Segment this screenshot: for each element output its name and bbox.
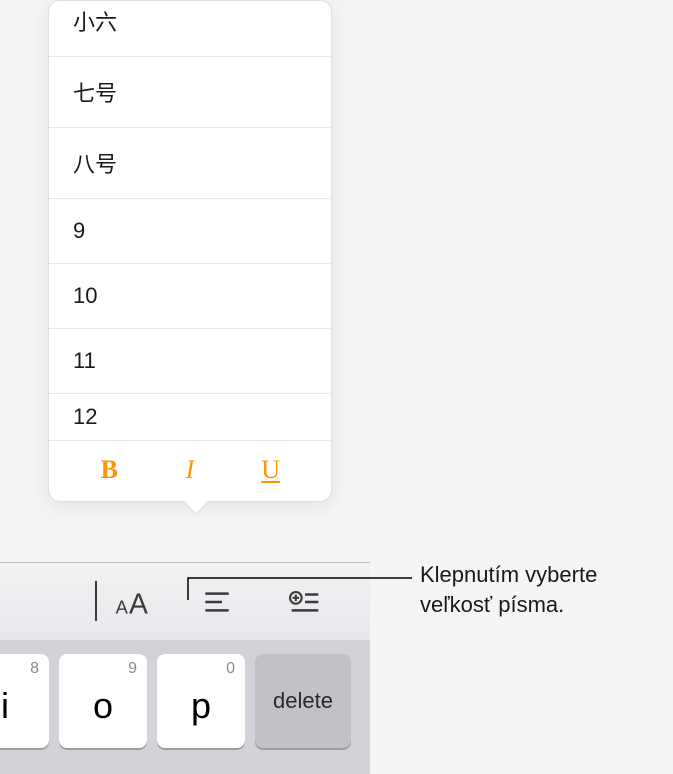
key-o[interactable]: 9 o	[59, 654, 147, 748]
key-p[interactable]: 0 p	[157, 654, 245, 748]
italic-button[interactable]: I	[170, 455, 210, 485]
font-size-option[interactable]: 12	[49, 394, 331, 440]
key-delete[interactable]: delete	[255, 654, 351, 748]
key-hint: 9	[128, 660, 137, 678]
font-size-option[interactable]: 11	[49, 329, 331, 394]
key-hint: 8	[30, 660, 39, 678]
callout-text: Klepnutím vyberte veľkosť písma.	[420, 560, 597, 619]
font-size-option[interactable]: 八号	[49, 128, 331, 199]
text-style-row: B I U	[49, 440, 331, 501]
callout-line1: Klepnutím vyberte	[420, 560, 597, 590]
text-cursor	[95, 581, 97, 621]
svg-text:A: A	[116, 596, 129, 617]
font-size-option[interactable]: 小六	[49, 1, 331, 57]
underline-button[interactable]: U	[251, 455, 291, 485]
font-size-option[interactable]: 10	[49, 264, 331, 329]
key-i[interactable]: 8 i	[0, 654, 49, 748]
font-size-option[interactable]: 七号	[49, 57, 331, 128]
key-label: i	[1, 685, 9, 727]
key-label: p	[191, 685, 211, 727]
callout-line	[160, 550, 420, 610]
callout-line2: veľkosť písma.	[420, 590, 597, 620]
key-label: o	[93, 685, 113, 727]
svg-text:A: A	[129, 588, 148, 620]
font-size-popover: 小六 七号 八号 9 10 11 12 B I U	[48, 0, 332, 502]
font-size-list[interactable]: 小六 七号 八号 9 10 11 12	[49, 1, 331, 440]
key-label: delete	[273, 688, 333, 714]
font-size-icon: A A	[109, 582, 149, 622]
key-hint: 0	[226, 660, 235, 678]
keyboard: 8 i 9 o 0 p delete	[0, 640, 370, 774]
bold-button[interactable]: B	[89, 455, 129, 485]
font-size-option[interactable]: 9	[49, 199, 331, 264]
